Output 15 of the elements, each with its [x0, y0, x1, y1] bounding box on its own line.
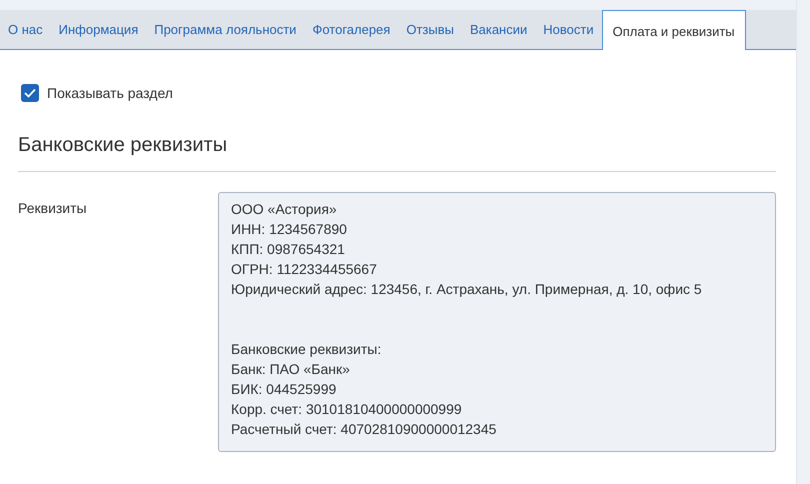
check-icon — [24, 88, 36, 98]
scrollbar-track[interactable] — [796, 0, 810, 484]
tab[interactable]: Информация — [50, 10, 146, 49]
checkbox[interactable] — [21, 84, 39, 102]
tab[interactable]: Новости — [535, 10, 602, 49]
tab[interactable]: О нас — [0, 10, 51, 49]
tab[interactable]: Оплата и реквизиты — [602, 10, 746, 50]
checkbox-label: Показывать раздел — [47, 85, 173, 101]
section-title: Банковские реквизиты — [18, 134, 776, 172]
tab[interactable]: Отзывы — [398, 10, 462, 49]
tab[interactable]: Программа лояльности — [146, 10, 304, 49]
field-label: Реквизиты — [18, 199, 88, 218]
tab[interactable]: Вакансии — [462, 10, 536, 49]
textarea-field[interactable]: ООО «Астория» ИНН: 1234567890 КПП: 0987654321 ОГРН: 1122334455667 Юридический адрес: 123456, г. Астрахань, ул. Примерная, д. 10, офис 5 Банковские реквизиты: Банк: ПАО «Банк» БИК: 044525999 Корр. счет: 30101810400000000999 Расчетный счет: 40702810900000012345 — [218, 192, 776, 452]
tab[interactable]: Фотогалерея — [304, 10, 398, 49]
